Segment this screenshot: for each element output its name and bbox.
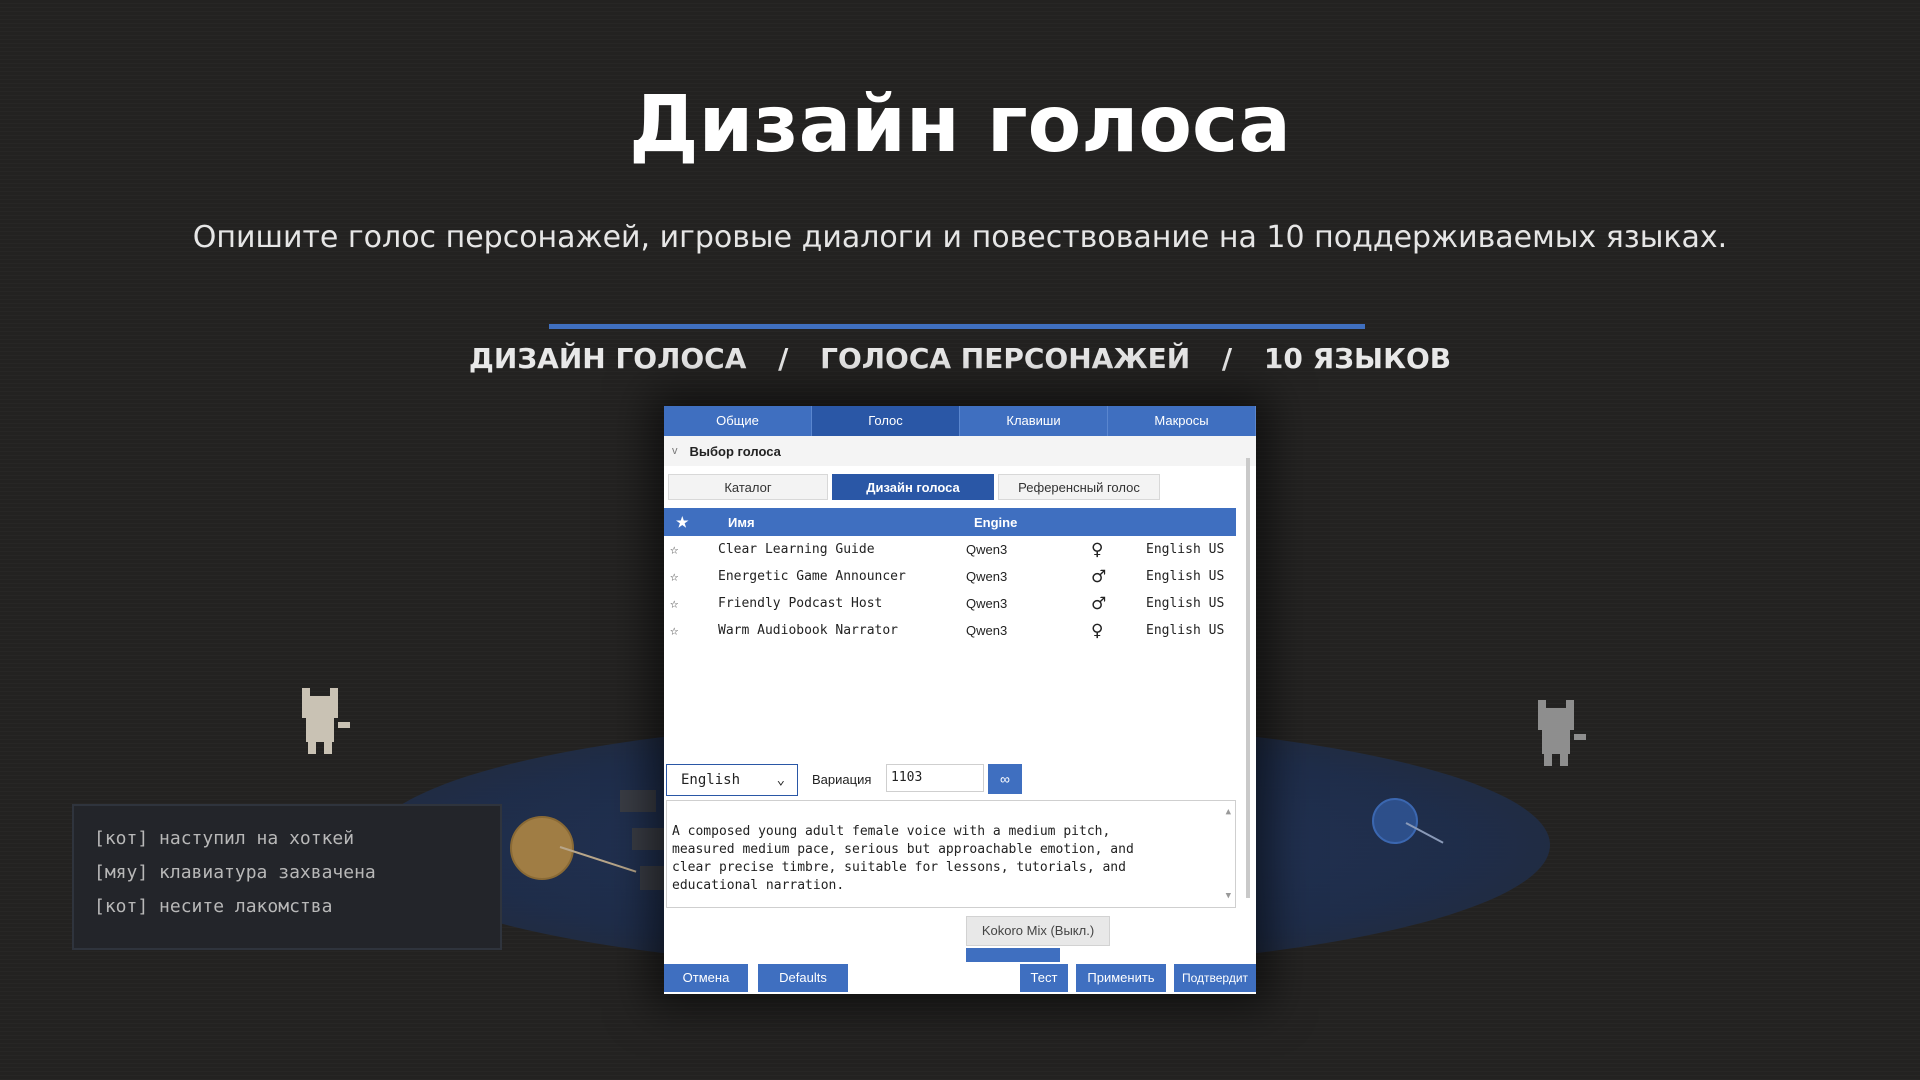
defaults-button[interactable]: Defaults [758, 964, 848, 992]
scroll-up-icon[interactable]: ▲ [1226, 803, 1231, 821]
variation-input[interactable]: 1103 [886, 764, 984, 792]
variation-label: Вариация [812, 772, 872, 787]
feature-voice-design: ДИЗАЙН ГОЛОСА [468, 342, 747, 375]
voice-description-text: A composed young adult female voice with… [672, 824, 1134, 893]
language-select-value: English [681, 772, 741, 788]
link-icon[interactable]: ∞ [988, 764, 1022, 794]
voice-name: Energetic Game Announcer [718, 569, 906, 584]
confirm-button[interactable]: Подтвердит [1174, 964, 1256, 992]
pixel-cat-right [1534, 700, 1586, 768]
voice-language: English US [1146, 569, 1225, 584]
voice-list: ☆ Clear Learning Guide Qwen3 ♀ English U… [664, 536, 1236, 644]
voice-language: English US [1146, 542, 1225, 557]
table-row[interactable]: ☆ Clear Learning Guide Qwen3 ♀ English U… [664, 536, 1236, 563]
settings-window: Общие Голос Клавиши Макросы v Выбор голо… [664, 406, 1256, 994]
voice-list-header: ★ Имя Engine [664, 508, 1236, 536]
favorite-star-icon[interactable]: ☆ [670, 596, 686, 612]
feature-separator: / [778, 342, 789, 375]
terminal-line: [кот] несите лакомства [94, 896, 333, 917]
feature-separator: / [1221, 342, 1233, 375]
partially-hidden-button[interactable] [966, 948, 1060, 962]
feature-languages: 10 ЯЗЫКОВ [1263, 342, 1452, 375]
table-row[interactable]: ☆ Friendly Podcast Host Qwen3 ♂ English … [664, 590, 1236, 617]
scroll-down-icon[interactable]: ▼ [1226, 887, 1231, 905]
favorite-star-icon[interactable]: ☆ [670, 569, 686, 585]
tab-voice[interactable]: Голос [812, 406, 960, 436]
page-subtitle: Опишите голос персонажей, игровые диалог… [192, 220, 1728, 255]
test-button[interactable]: Тест [1020, 964, 1068, 992]
subtab-catalog[interactable]: Каталог [668, 474, 828, 500]
table-row[interactable]: ☆ Warm Audiobook Narrator Qwen3 ♀ Englis… [664, 617, 1236, 644]
voice-name: Clear Learning Guide [718, 542, 875, 557]
chevron-down-icon: v [672, 445, 678, 457]
feature-strip: ДИЗАЙН ГОЛОСА / ГОЛОСА ПЕРСОНАЖЕЙ / 10 Я… [0, 342, 1920, 375]
yarn-ball-right [1372, 798, 1418, 844]
female-icon: ♀ [1091, 539, 1104, 560]
section-title: Выбор голоса [689, 443, 781, 459]
voice-name: Warm Audiobook Narrator [718, 623, 899, 638]
female-icon: ♀ [1091, 620, 1104, 641]
voice-engine: Qwen3 [966, 542, 1008, 557]
feature-character-voices: ГОЛОСА ПЕРСОНАЖЕЙ [820, 342, 1191, 375]
voice-description-textarea[interactable]: A composed young adult female voice with… [666, 800, 1236, 908]
voice-engine: Qwen3 [966, 623, 1008, 638]
language-select[interactable]: English ⌄ [666, 764, 798, 796]
voice-name: Friendly Podcast Host [718, 596, 883, 611]
chevron-down-icon: ⌄ [776, 772, 785, 788]
voice-controls: English ⌄ Вариация 1103 ∞ [664, 762, 1256, 798]
cat-terminal-log: [кот] наступил на хоткей [мяу] клавиатур… [72, 804, 502, 950]
name-column-header[interactable]: Имя [728, 515, 755, 530]
tab-hotkeys[interactable]: Клавиши [960, 406, 1108, 436]
voice-engine: Qwen3 [966, 569, 1008, 584]
male-icon: ♂ [1091, 566, 1107, 587]
voice-engine: Qwen3 [966, 596, 1008, 611]
engine-column-header[interactable]: Engine [974, 515, 1017, 530]
favorite-star-icon[interactable]: ☆ [670, 623, 686, 639]
kokoro-mix-button[interactable]: Kokoro Mix (Выкл.) [966, 916, 1110, 946]
voice-subtabs: Каталог Дизайн голоса Референсный голос [664, 466, 1256, 504]
accent-divider [549, 324, 1365, 329]
voice-language: English US [1146, 596, 1225, 611]
window-scrollbar[interactable] [1246, 458, 1250, 898]
apply-button[interactable]: Применить [1076, 964, 1166, 992]
tab-general[interactable]: Общие [664, 406, 812, 436]
voice-language: English US [1146, 623, 1225, 638]
favorite-column-icon[interactable]: ★ [676, 514, 692, 531]
bottom-action-bar: Отмена Defaults Тест Применить Подтверди… [664, 962, 1256, 994]
page-title: Дизайн голоса [629, 80, 1291, 170]
cancel-button[interactable]: Отмена [664, 964, 748, 992]
subtab-voice-design[interactable]: Дизайн голоса [832, 474, 994, 500]
voice-selection-header[interactable]: v Выбор голоса [664, 436, 1256, 466]
settings-tabs: Общие Голос Клавиши Макросы [664, 406, 1256, 436]
favorite-star-icon[interactable]: ☆ [670, 542, 686, 558]
terminal-line: [мяу] клавиатура захвачена [94, 862, 376, 883]
subtab-reference-voice[interactable]: Референсный голос [998, 474, 1160, 500]
table-row[interactable]: ☆ Energetic Game Announcer Qwen3 ♂ Engli… [664, 563, 1236, 590]
pixel-cat-left [298, 688, 350, 756]
male-icon: ♂ [1091, 593, 1107, 614]
tab-macros[interactable]: Макросы [1108, 406, 1256, 436]
terminal-line: [кот] наступил на хоткей [94, 828, 355, 849]
